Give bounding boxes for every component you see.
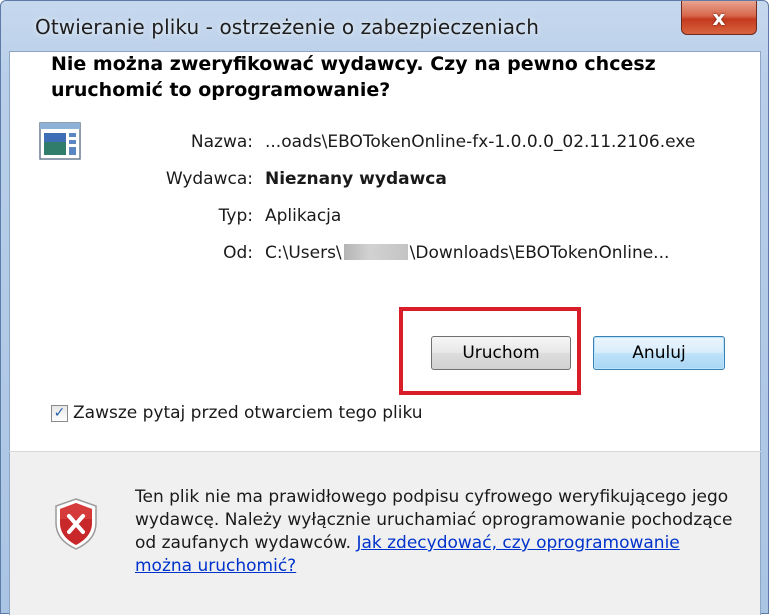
warning-message: Ten plik nie ma prawidłowego podpisu cyf… — [135, 486, 735, 578]
close-button[interactable]: x — [681, 1, 757, 35]
type-value: Aplikacja — [265, 206, 342, 226]
name-value: ...oads\EBOTokenOnline-fx-1.0.0.0_02.11.… — [265, 132, 696, 152]
always-ask-label[interactable]: Zawsze pytaj przed otwarciem tego pliku — [73, 403, 423, 423]
from-value: C:\Users\ \Downloads\EBOTokenOnline... — [265, 243, 669, 263]
close-icon: x — [712, 5, 726, 30]
dialog-window: Otwieranie pliku - ostrzeżenie o zabezpi… — [0, 0, 769, 615]
publisher-value: Nieznany wydawca — [265, 169, 447, 189]
title-bar[interactable]: Otwieranie pliku - ostrzeżenie o zabezpi… — [1, 1, 768, 51]
always-ask-checkbox[interactable]: ✓ — [51, 404, 68, 422]
publisher-label: Wydawca: — [165, 169, 253, 189]
from-value-suffix: \Downloads\EBOTokenOnline... — [409, 243, 670, 263]
run-button[interactable]: Uruchom — [431, 336, 571, 370]
type-label: Typ: — [218, 206, 253, 226]
always-ask-option[interactable]: ✓ Zawsze pytaj przed otwarciem tego plik… — [51, 403, 423, 423]
warning-headline: Nie można zweryfikować wydawcy. Czy na p… — [51, 53, 656, 101]
from-value-prefix: C:\Users\ — [265, 243, 342, 263]
window-title: Otwieranie pliku - ostrzeżenie o zabezpi… — [35, 15, 540, 39]
redacted-username — [343, 244, 408, 260]
checkmark-icon: ✓ — [53, 405, 66, 421]
cancel-button[interactable]: Anuluj — [593, 336, 725, 370]
application-file-icon — [39, 122, 81, 160]
security-shield-error-icon — [55, 498, 97, 550]
name-label: Nazwa: — [190, 132, 253, 152]
from-label: Od: — [223, 243, 253, 263]
